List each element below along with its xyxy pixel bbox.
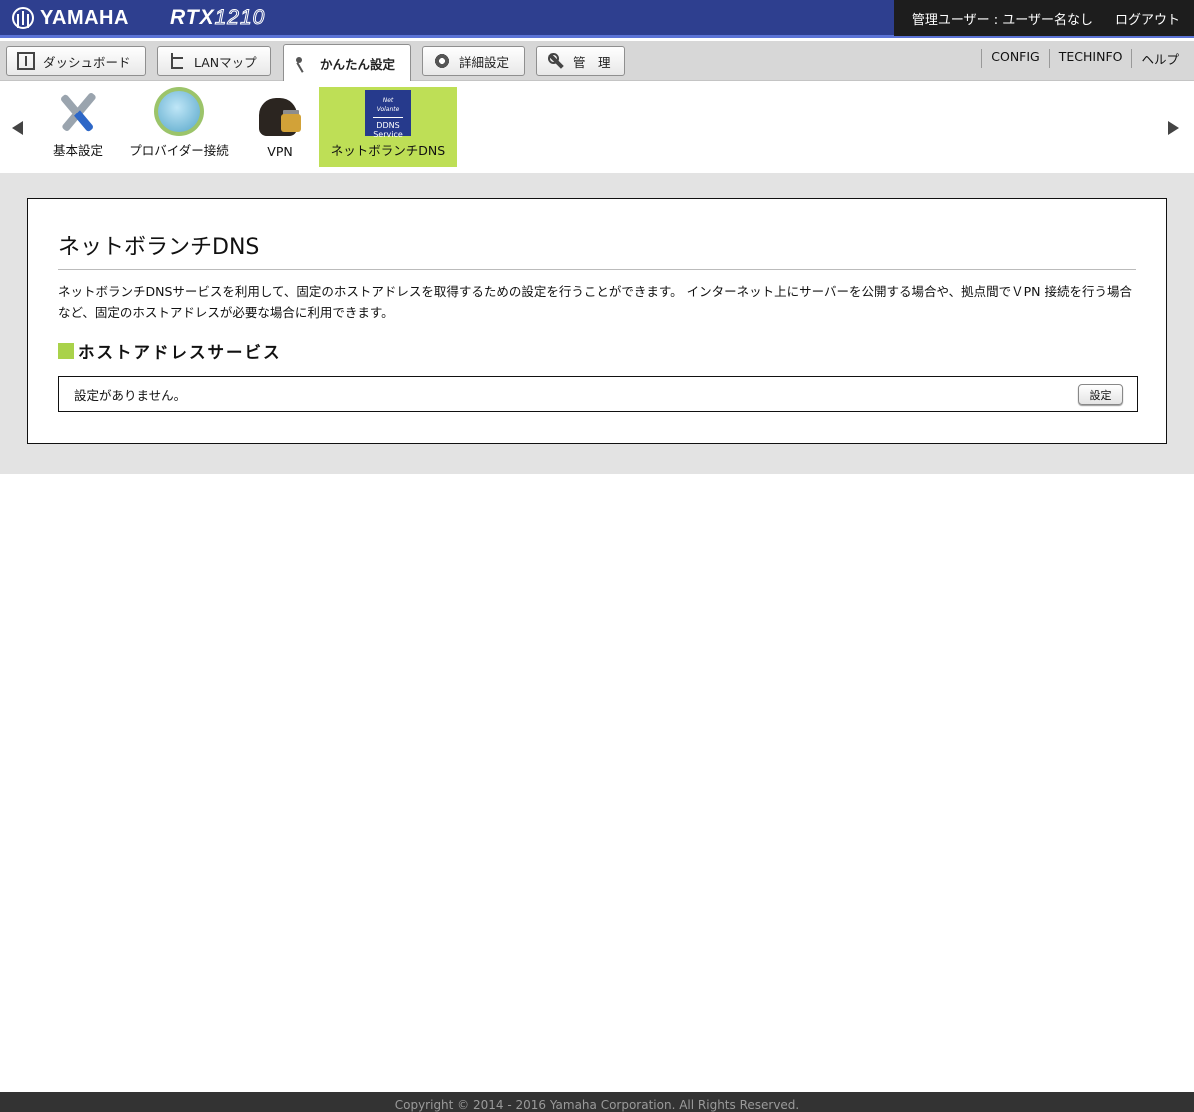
lan-map-icon <box>168 52 186 70</box>
tab-lan-map[interactable]: LANマップ <box>157 46 271 76</box>
section-marker-icon <box>58 343 74 359</box>
tab-advanced-settings[interactable]: 詳細設定 <box>422 46 525 76</box>
empty-settings-message: 設定がありません。 <box>74 388 187 403</box>
model-prefix: RTX <box>170 6 215 29</box>
tools-icon <box>53 87 103 136</box>
host-address-settings-box: 設定がありません。 設定 <box>58 376 1138 412</box>
ddns-icon-divider <box>373 117 403 118</box>
strip-item-label: 基本設定 <box>52 143 103 158</box>
user-label: 管理ユーザー : ユーザー名なし <box>911 12 1093 28</box>
tab-dashboard[interactable]: ダッシュボード <box>6 46 146 76</box>
top-header: YAMAHA RTX1210 管理ユーザー : ユーザー名なし ログアウト <box>0 0 1194 38</box>
yamaha-logo: YAMAHA <box>12 5 129 31</box>
wrench-icon <box>547 52 565 70</box>
user-area: 管理ユーザー : ユーザー名なし ログアウト <box>894 0 1194 36</box>
section-heading: ホストアドレスサービス <box>58 339 282 363</box>
page-description: ネットボランチDNSサービスを利用して、固定のホストアドレスを取得するための設定… <box>58 284 1132 320</box>
globe-icon <box>154 87 204 136</box>
wand-icon <box>294 55 312 73</box>
tab-easy-settings[interactable]: かんたん設定 <box>283 44 411 82</box>
tab-label: 詳細設定 <box>459 54 510 70</box>
scroll-left-arrow-icon[interactable] <box>12 121 23 135</box>
tab-label: かんたん設定 <box>320 57 396 72</box>
strip-item-basic-settings[interactable]: 基本設定 <box>40 87 116 167</box>
gear-icon <box>433 52 451 70</box>
copyright-text: Copyright © 2014 - 2016 Yamaha Corporati… <box>394 1098 800 1112</box>
config-button[interactable]: 設定 <box>1078 384 1123 405</box>
techinfo-link[interactable]: TECHINFO <box>1048 49 1132 68</box>
tuning-fork-logo-icon <box>12 7 34 29</box>
help-link[interactable]: ヘルプ <box>1131 49 1188 68</box>
strip-item-label: プロバイダー接続 <box>129 143 229 158</box>
utility-links: CONFIG TECHINFO ヘルプ <box>981 49 1188 68</box>
strip-item-label: VPN <box>267 144 293 159</box>
tab-label: ダッシュボード <box>43 54 131 70</box>
strip-item-netvolante-dns[interactable]: Net Volante DDNS Service ネットボランチDNS <box>319 87 457 167</box>
tab-label: 管 理 <box>573 54 611 70</box>
ddns-icon-text: DDNS <box>376 121 400 130</box>
section-title: ホストアドレスサービス <box>78 343 282 362</box>
strip-item-label: ネットボランチDNS <box>330 143 446 158</box>
page-title: ネットボランチDNS <box>58 235 260 260</box>
tab-management[interactable]: 管 理 <box>536 46 625 76</box>
logout-link[interactable]: ログアウト <box>1115 9 1180 28</box>
model-number: 1210 <box>214 6 266 30</box>
ddns-icon-text: Net <box>382 97 394 104</box>
vpn-lock-icon <box>255 90 305 140</box>
footer: Copyright © 2014 - 2016 Yamaha Corporati… <box>0 1092 1194 1112</box>
tab-label: LANマップ <box>194 54 257 70</box>
ddns-icon-text: Volante <box>376 106 400 113</box>
content-panel: ネットボランチDNS ネットボランチDNSサービスを利用して、固定のホストアドレ… <box>27 198 1167 444</box>
strip-item-vpn[interactable]: VPN <box>245 87 315 167</box>
config-link[interactable]: CONFIG <box>981 49 1048 68</box>
title-divider <box>58 269 1136 270</box>
strip-item-provider-connection[interactable]: プロバイダー接続 <box>124 87 234 167</box>
model-name: RTX1210 <box>170 6 265 30</box>
ddns-icon-text: Service <box>373 130 403 139</box>
scroll-right-arrow-icon[interactable] <box>1168 121 1179 135</box>
ddns-service-icon: Net Volante DDNS Service <box>365 90 411 139</box>
main-tab-bar: ダッシュボード LANマップ かんたん設定 詳細設定 管 理 CONFIG TE… <box>0 41 1194 82</box>
feature-icon-strip: 基本設定 プロバイダー接続 VPN Net Volante DDNS Servi… <box>0 81 1194 173</box>
brand-name: YAMAHA <box>40 6 129 29</box>
dashboard-icon <box>17 52 35 70</box>
